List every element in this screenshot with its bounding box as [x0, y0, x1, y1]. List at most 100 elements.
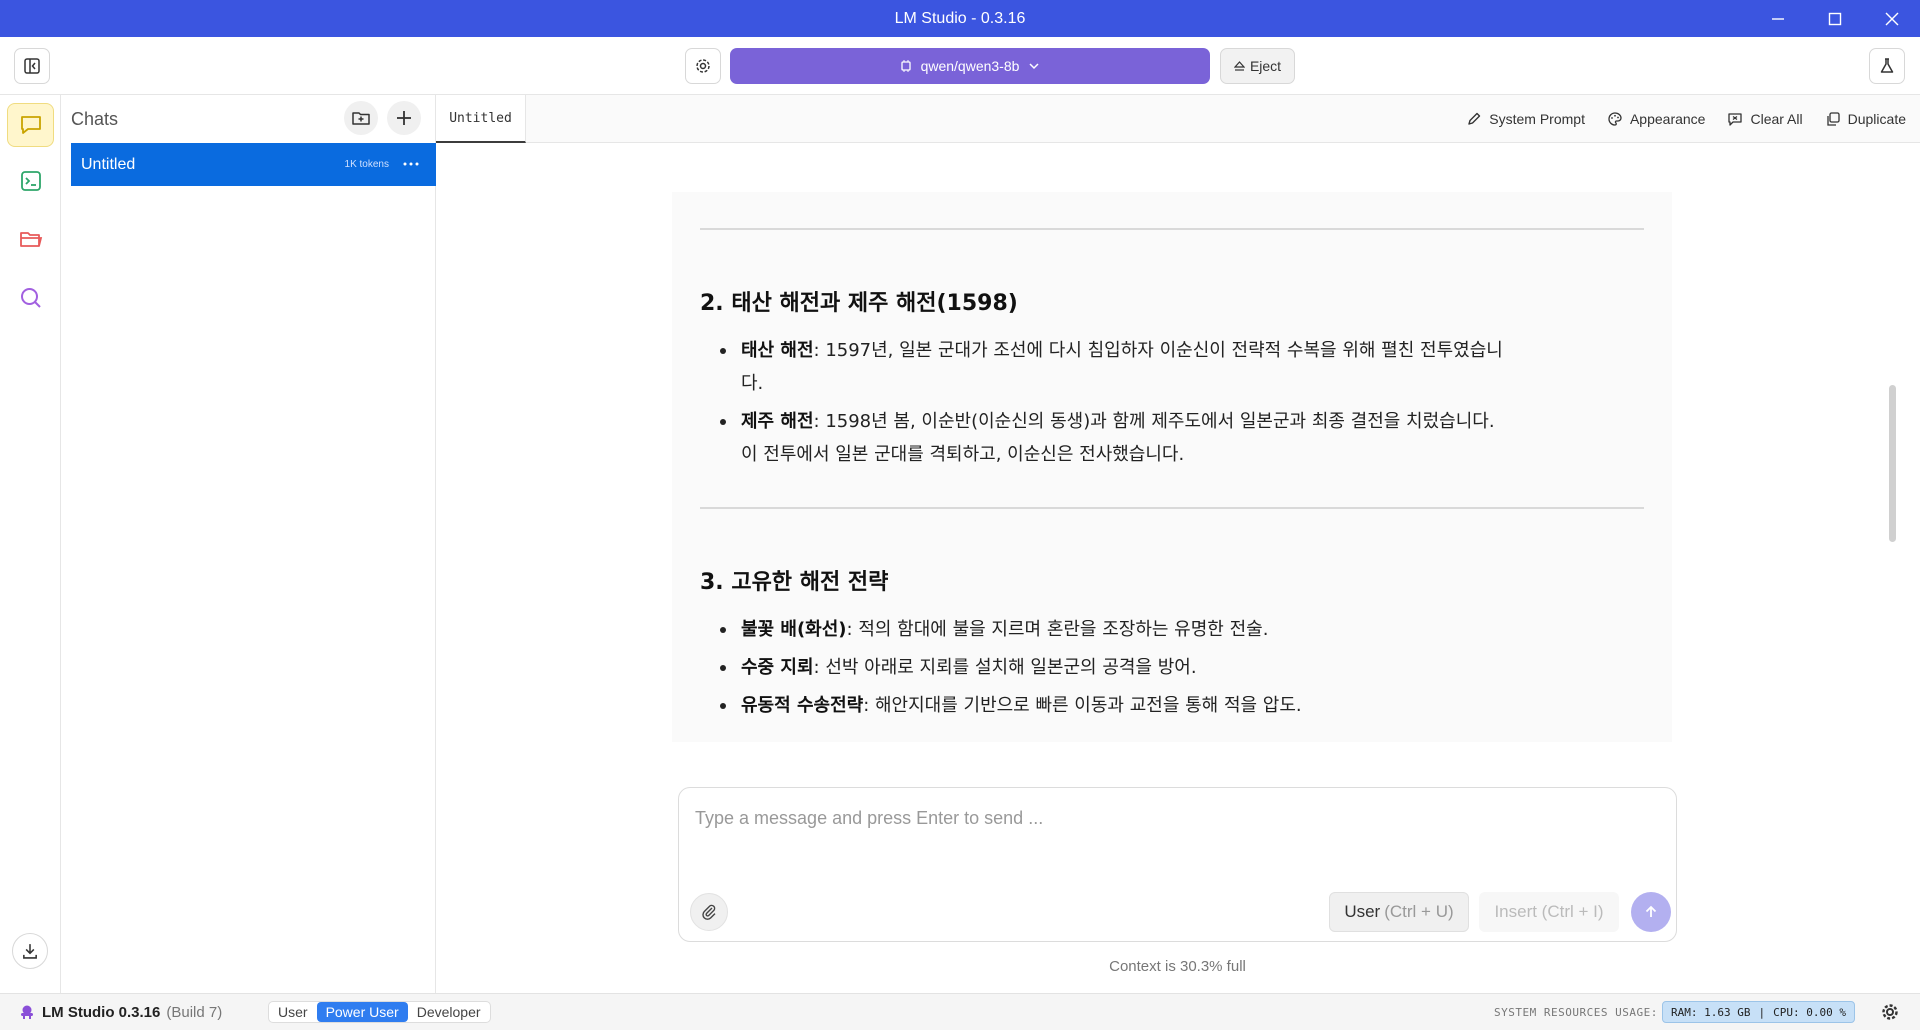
toggle-sidebar-button[interactable]	[14, 48, 50, 84]
list-item: 제주 해전: 1598년 봄, 이순반(이순신의 동생)과 함께 제주도에서 일…	[700, 405, 1644, 471]
more-options-icon[interactable]	[402, 155, 420, 173]
list-item-text: 이 전투에서 일본 군대를 격퇴하고, 이순신은 전사했습니다.	[741, 444, 1185, 465]
top-toolbar: qwen/qwen3-8b Eject	[0, 37, 1920, 95]
copy-icon	[1826, 112, 1840, 126]
message-input-placeholder[interactable]: Type a message and press Enter to send .…	[695, 808, 1043, 829]
send-button[interactable]	[1631, 892, 1671, 932]
list-item-text: 다.	[741, 373, 764, 394]
terminal-icon	[20, 171, 41, 191]
nav-developer-button[interactable]	[7, 159, 54, 203]
model-settings-button[interactable]	[685, 48, 721, 84]
bullet-list: 태산 해전: 1597년, 일본 군대가 조선에 다시 침입하자 이순신이 전략…	[700, 334, 1644, 471]
chat-list-item[interactable]: Untitled 1K tokens	[71, 143, 436, 186]
labs-button[interactable]	[1869, 48, 1905, 84]
list-item: 수중 지뢰: 선박 아래로 지뢰를 설치해 일본군의 공격을 방어.	[700, 651, 1644, 684]
palette-icon	[1608, 112, 1622, 126]
system-resources-label: SYSTEM RESOURCES USAGE:	[1494, 1006, 1658, 1019]
duplicate-button[interactable]: Duplicate	[1825, 111, 1906, 127]
chat-tab-bar: Untitled System Prompt Appearance Clear …	[436, 95, 1920, 143]
chat-scrollbar[interactable]	[1889, 385, 1896, 542]
tab-label: Untitled	[449, 110, 512, 126]
list-item-text: 적의 함대에 불을 지르며 혼란을 조장하는 유명한 전술.	[858, 619, 1269, 640]
system-prompt-button[interactable]: System Prompt	[1466, 111, 1585, 127]
appearance-button[interactable]: Appearance	[1607, 111, 1706, 127]
chevron-down-icon	[1029, 63, 1039, 70]
list-item: 불꽃 배(화선): 적의 함대에 불을 지르며 혼란을 조장하는 유명한 전술.	[700, 613, 1644, 646]
chats-title: Chats	[71, 109, 119, 129]
insert-label: Insert (Ctrl + I)	[1494, 902, 1604, 921]
app-version: LM Studio 0.3.16	[42, 1003, 161, 1021]
download-icon	[23, 944, 37, 959]
cpu-usage: CPU: 0.00 %	[1773, 1005, 1846, 1019]
chat-item-title: Untitled	[81, 155, 136, 173]
close-icon	[1885, 12, 1898, 25]
eject-label: Eject	[1249, 58, 1282, 74]
model-selector[interactable]: qwen/qwen3-8b	[730, 48, 1210, 84]
downloads-button[interactable]	[12, 933, 48, 969]
mode-power-user[interactable]: Power User	[316, 1002, 408, 1022]
list-item-text: 해안지대를 기반으로 빠른 이동과 교전을 통해 적을 압도.	[874, 695, 1302, 716]
divider	[700, 228, 1644, 230]
section-battles: 2. 태산 해전과 제주 해전(1598) 태산 해전: 1597년, 일본 군…	[700, 285, 1644, 471]
chat-token-count: 1K tokens	[344, 159, 389, 170]
close-button[interactable]	[1863, 0, 1920, 37]
message-input-box[interactable]: Type a message and press Enter to send .…	[678, 787, 1677, 942]
app-build: (Build 7)	[166, 1003, 223, 1021]
search-icon	[20, 288, 41, 308]
maximize-button[interactable]	[1806, 0, 1863, 37]
lm-studio-logo-icon	[21, 1005, 33, 1019]
system-resources-badge[interactable]: RAM: 1.63 GB | CPU: 0.00 %	[1662, 1001, 1855, 1023]
nav-models-button[interactable]	[7, 217, 54, 261]
mode-user[interactable]: User	[269, 1002, 317, 1022]
clear-all-label: Clear All	[1750, 111, 1803, 127]
title-bar: LM Studio - 0.3.16	[0, 0, 1920, 37]
list-item: 유동적 수송전략: 해안지대를 기반으로 빠른 이동과 교전을 통해 적을 압도…	[700, 689, 1644, 722]
eject-button[interactable]: Eject	[1220, 48, 1295, 84]
attach-file-button[interactable]	[690, 893, 728, 931]
new-folder-button[interactable]	[344, 101, 378, 135]
lm-studio-window: LM Studio - 0.3.16 qwen/qwen3-8b Eject C…	[0, 0, 1920, 1030]
chat-bubble-icon	[20, 116, 41, 134]
context-usage-text: Context is 30.3% full	[1109, 958, 1246, 975]
list-item-text: 1597년, 일본 군대가 조선에 다시 침입하자 이순신이 전략적 수복을 위…	[825, 340, 1503, 361]
model-name: qwen/qwen3-8b	[920, 58, 1020, 74]
model-chip-icon	[900, 60, 911, 72]
tab-untitled[interactable]: Untitled	[436, 95, 526, 143]
list-item-term: 불꽃 배(화선)	[741, 619, 847, 640]
new-chat-button[interactable]	[387, 101, 421, 135]
assistant-message: 2. 태산 해전과 제주 해전(1598) 태산 해전: 1597년, 일본 군…	[672, 192, 1672, 742]
folder-plus-icon	[352, 112, 370, 125]
minimize-button[interactable]	[1749, 0, 1806, 37]
minimize-icon	[1771, 17, 1784, 20]
chats-panel: Chats Untitled 1K tokens	[61, 95, 436, 993]
mode-developer[interactable]: Developer	[408, 1002, 490, 1022]
clear-chat-icon	[1728, 113, 1743, 126]
bullet-list: 불꽃 배(화선): 적의 함대에 불을 지르며 혼란을 조장하는 유명한 전술.…	[700, 613, 1644, 722]
resource-separator: |	[1758, 1005, 1766, 1019]
appearance-label: Appearance	[1629, 111, 1706, 127]
insert-button[interactable]: Insert (Ctrl + I)	[1479, 892, 1619, 932]
list-item-term: 유동적 수송전략	[741, 695, 864, 716]
user-role-shortcut: (Ctrl + U)	[1384, 902, 1454, 921]
clear-all-button[interactable]: Clear All	[1727, 111, 1803, 127]
list-item-term: 태산 해전	[741, 340, 814, 361]
window-title: LM Studio - 0.3.16	[894, 9, 1026, 27]
settings-gear-icon[interactable]	[1880, 1002, 1900, 1022]
nav-discover-button[interactable]	[7, 276, 54, 320]
flask-icon	[1880, 58, 1894, 73]
duplicate-label: Duplicate	[1847, 111, 1906, 127]
section-heading: 3. 고유한 해전 전략	[700, 570, 889, 595]
paperclip-icon	[702, 904, 716, 920]
user-role-label: User	[1344, 902, 1381, 921]
user-role-button[interactable]: User (Ctrl + U)	[1329, 892, 1469, 932]
nav-chat-button[interactable]	[7, 103, 54, 147]
list-item-term: 제주 해전	[741, 411, 814, 432]
window-controls	[1749, 0, 1920, 37]
eject-icon	[1233, 60, 1245, 71]
list-item-text: 선박 아래로 지뢰를 설치해 일본군의 공격을 방어.	[825, 657, 1197, 678]
arrow-up-icon	[1645, 905, 1657, 917]
section-strategies: 3. 고유한 해전 전략 불꽃 배(화선): 적의 함대에 불을 지르며 혼란을…	[700, 564, 1644, 722]
system-prompt-label: System Prompt	[1489, 111, 1585, 127]
list-item-term: 수중 지뢰	[741, 657, 814, 678]
pen-icon	[1468, 112, 1481, 125]
